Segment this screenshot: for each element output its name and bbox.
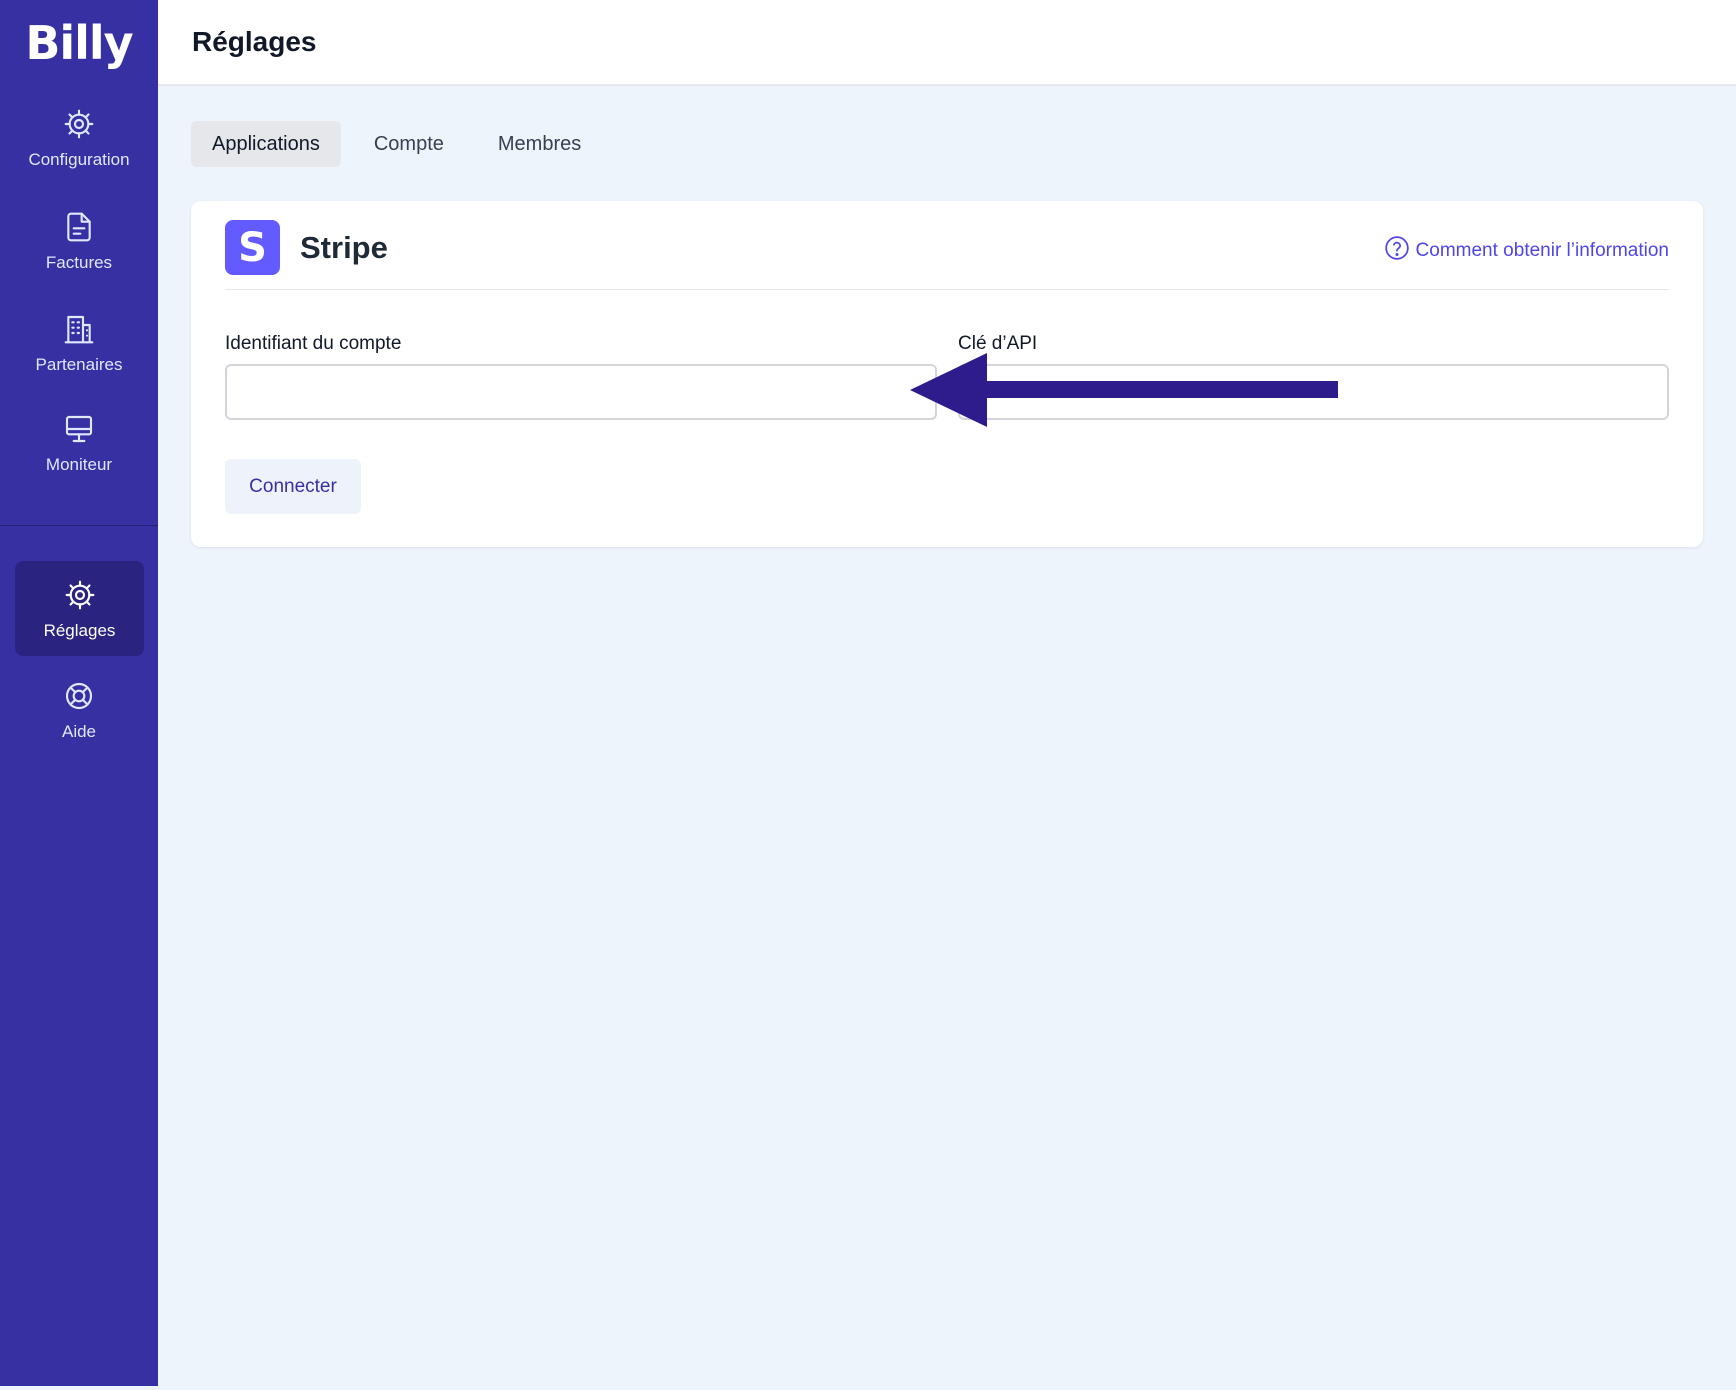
monitor-icon — [63, 413, 95, 445]
sidebar-item-label: Factures — [45, 253, 113, 272]
card-title: Stripe — [300, 230, 388, 265]
sidebar-divider — [0, 525, 158, 526]
document-icon — [63, 211, 95, 243]
settings-tabs: Applications Compte Membres — [191, 121, 614, 167]
sidebar-item-factures[interactable]: Factures — [0, 211, 158, 273]
page-title: Réglages — [192, 26, 317, 57]
help-link[interactable]: Comment obtenir l’information — [1384, 235, 1669, 267]
sidebar-item-label: Réglages — [43, 621, 116, 640]
tab-membres[interactable]: Membres — [477, 121, 602, 167]
sidebar-item-label: Partenaires — [35, 355, 123, 374]
sidebar-item-label: Aide — [61, 722, 97, 741]
sidebar-item-label: Moniteur — [45, 455, 113, 474]
sidebar-item-reglages[interactable]: Réglages — [15, 561, 144, 656]
gear-icon — [63, 108, 95, 140]
sidebar-item-partenaires[interactable]: Partenaires — [0, 313, 158, 375]
connect-button[interactable]: Connecter — [225, 459, 361, 514]
annotation-arrow-icon — [910, 353, 1338, 427]
stripe-logo: S — [225, 220, 280, 275]
lifebuoy-icon — [63, 680, 95, 712]
building-icon — [63, 313, 95, 345]
help-link-label: Comment obtenir l’information — [1415, 240, 1669, 261]
billy-logo[interactable]: Billy — [0, 16, 158, 70]
gear-icon — [64, 579, 96, 611]
sidebar-item-moniteur[interactable]: Moniteur — [0, 413, 158, 475]
tab-compte[interactable]: Compte — [353, 121, 465, 167]
question-circle-icon — [1384, 235, 1416, 267]
sidebar-item-label: Configuration — [28, 150, 130, 169]
account-id-label: Identifiant du compte — [225, 333, 402, 354]
tab-applications[interactable]: Applications — [191, 121, 341, 167]
card-divider — [225, 289, 1669, 290]
top-header: Réglages — [158, 0, 1736, 86]
sidebar-item-configuration[interactable]: Configuration — [0, 108, 158, 170]
sidebar: Billy Configuration Factures Partenaires… — [0, 0, 158, 1386]
account-id-input[interactable] — [225, 364, 937, 420]
sidebar-item-aide[interactable]: Aide — [0, 680, 158, 742]
